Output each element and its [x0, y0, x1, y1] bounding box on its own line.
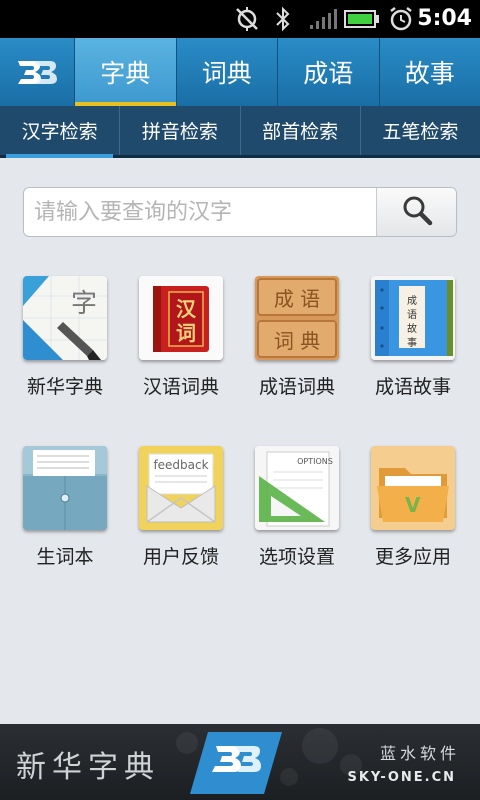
svg-text:V: V [405, 493, 421, 517]
more-apps-folder-icon: V [371, 446, 455, 530]
app-more-apps[interactable]: V 更多应用 [355, 446, 471, 569]
svg-text:语: 语 [407, 309, 417, 321]
search-icon [400, 193, 434, 231]
tab-cidian[interactable]: 词典 [177, 38, 278, 106]
app-label: 用户反馈 [142, 546, 219, 568]
status-bar: 5:04 [0, 0, 480, 38]
app-idiom-story[interactable]: 成 语 故 事 成语故事 [355, 276, 471, 399]
svg-text:feedback: feedback [153, 458, 208, 472]
app-label: 汉语词典 [142, 376, 219, 398]
app-options[interactable]: OPTIONS 选项设置 [239, 446, 355, 569]
app-logo-icon[interactable] [0, 38, 75, 106]
app-label: 选项设置 [258, 546, 335, 568]
idiom-dictionary-icon: 成 语 词 典 [255, 276, 339, 360]
svg-text:词 典: 词 典 [274, 329, 320, 353]
svg-text:故: 故 [407, 322, 417, 335]
app-chinese-dictionary[interactable]: 汉 词 汉语词典 [123, 276, 239, 399]
footer-website[interactable]: SKY-ONE.CN [347, 770, 456, 785]
tab-zidian[interactable]: 字典 [75, 38, 177, 106]
tab-gushi[interactable]: 故事 [380, 38, 480, 106]
footer-company: 蓝水软件 [379, 744, 460, 763]
app-idiom-dictionary[interactable]: 成 语 词 典 成语词典 [239, 276, 355, 399]
battery-icon [344, 0, 380, 38]
app-label: 成语故事 [374, 376, 451, 398]
svg-text:词: 词 [176, 321, 196, 345]
app-feedback[interactable]: feedback 用户反馈 [123, 446, 239, 569]
subtab-label: 部首检索 [262, 121, 339, 143]
tab-label: 词典 [201, 59, 252, 88]
footer-banner: 新华字典 蓝水软件 SKY-ONE.CN [0, 724, 480, 800]
idiom-story-icon: 成 语 故 事 [371, 276, 455, 360]
svg-text:字: 字 [71, 289, 97, 319]
search-box [23, 187, 457, 237]
decor-dot [302, 728, 338, 764]
alarm-icon [386, 0, 416, 38]
subtab-label: 汉字检索 [21, 121, 98, 143]
subtab-label: 拼音检索 [141, 121, 218, 143]
footer-logo-icon [186, 728, 286, 796]
subtab-pinyin-search[interactable]: 拼音检索 [120, 106, 241, 155]
tab-label: 故事 [404, 59, 455, 88]
search-input[interactable] [24, 188, 376, 236]
svg-text:汉: 汉 [176, 297, 197, 321]
feedback-icon: feedback [139, 446, 223, 530]
vocabulary-book-icon [23, 446, 107, 530]
app-label: 新华字典 [26, 376, 103, 398]
signal-icon [306, 0, 342, 38]
options-icon: OPTIONS [255, 446, 339, 530]
sub-nav: 汉字检索 拼音检索 部首检索 五笔检索 [0, 106, 480, 158]
footer-title: 新华字典 [16, 750, 160, 785]
bluetooth-icon [272, 0, 294, 38]
app-vocabulary-book[interactable]: 生词本 [7, 446, 123, 569]
xinhua-dictionary-icon: 字 [23, 276, 107, 360]
app-label: 更多应用 [374, 546, 451, 568]
search-button[interactable] [376, 188, 456, 236]
tab-label: 成语 [303, 59, 354, 88]
status-time: 5:04 [417, 6, 472, 31]
app-label: 生词本 [36, 546, 94, 568]
chinese-dictionary-icon: 汉 词 [139, 276, 223, 360]
app-xinhua-dictionary[interactable]: 字 新华字典 [7, 276, 123, 399]
sync-off-icon [232, 0, 262, 38]
svg-text:成: 成 [407, 295, 417, 307]
subtab-character-search[interactable]: 汉字检索 [0, 106, 121, 158]
subtab-radical-search[interactable]: 部首检索 [241, 106, 361, 155]
app-label: 成语词典 [258, 376, 335, 398]
svg-text:成 语: 成 语 [274, 287, 320, 311]
top-nav: 字典 词典 成语 故事 [0, 38, 480, 106]
tab-label: 字典 [100, 59, 151, 88]
subtab-label: 五笔检索 [382, 121, 459, 143]
svg-text:OPTIONS: OPTIONS [297, 457, 333, 466]
subtab-wubi-search[interactable]: 五笔检索 [361, 106, 480, 155]
svg-text:事: 事 [407, 336, 417, 349]
tab-chengyu[interactable]: 成语 [278, 38, 380, 106]
